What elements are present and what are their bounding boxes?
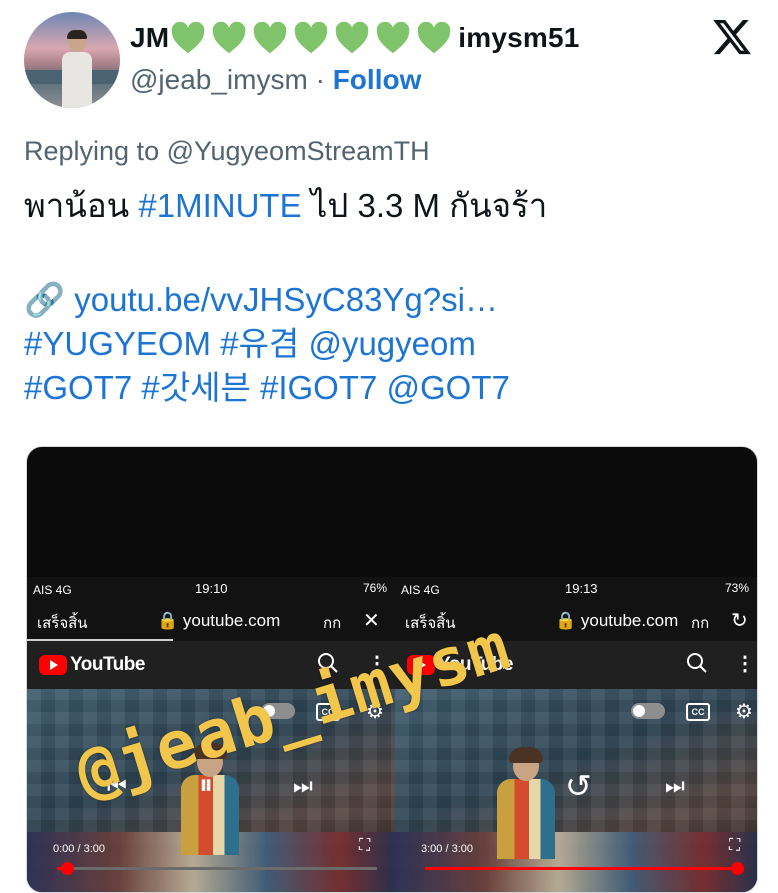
next-icon: ⏭ [293,773,313,798]
green-hearts [170,22,457,54]
status-time: 19:10 [195,581,228,596]
youtube-link[interactable]: youtu.be/vvJHSyC83Yg?si… [74,281,498,318]
seek-bar [57,862,377,875]
tweet-link-line: 🔗 youtu.be/vvJHSyC83Yg?si… [24,278,547,322]
handle-separator: · [315,64,325,95]
tweet-line-1: พาน้อน #1MINUTE ไป 3.3 M กันจร้า [24,184,547,228]
battery-label: 73% [724,581,749,595]
youtube-play-icon [39,655,67,675]
avatar[interactable] [24,12,120,108]
text-size-button: กก [323,615,342,632]
text-size-button: กก [691,615,710,632]
display-name[interactable]: JM imysm51 [130,22,580,54]
url-label: 🔒 youtube.com [157,611,281,630]
artist-figure [491,747,561,861]
status-bar: AIS 4G 19:10 76% [27,577,395,603]
done-button: เสร็จสิ้น [37,615,88,632]
url-label: 🔒 youtube.com [555,611,679,630]
search-icon [687,653,707,673]
user-handle[interactable]: @jeab_imysm [130,64,308,95]
replying-to[interactable]: Replying to @YugyeomStreamTH [24,136,430,167]
fullscreen-icon: ⛶ [359,837,371,854]
link-emoji-icon: 🔗 [24,281,66,318]
x-logo-icon[interactable] [710,16,754,58]
next-icon: ⏭ [665,773,685,798]
video-timecode: 0:00 / 3:00 [53,843,105,855]
close-icon: ✕ [363,610,380,632]
carrier-label: AIS 4G [401,583,440,597]
fullscreen-icon: ⛶ [729,837,741,854]
tweet-text-start: พาน้อน [24,187,139,224]
handle-row: @jeab_imysm · Follow [130,64,421,96]
video-frame-right: CC ⚙ ↺ ⏭ 3:00 / 3:00 ⛶ [395,689,757,892]
status-time: 19:13 [565,581,598,596]
follow-button[interactable]: Follow [333,64,422,95]
green-heart-icon [172,22,205,54]
settings-gear-icon: ⚙ [735,701,753,723]
seek-bar-handle [731,862,744,875]
hashtag-1minute[interactable]: #1MINUTE [138,187,301,224]
tags-line-2[interactable]: #GOT7 #갓세븐 #IGOT7 @GOT7 [24,366,547,410]
browser-bar: เสร็จสิ้น 🔒 youtube.com กก ✕ [27,603,395,639]
video-timecode: 3:00 / 3:00 [421,843,473,855]
more-icon: ⋮ [735,653,755,675]
green-heart-icon [377,22,410,54]
green-heart-icon [254,22,287,54]
autoplay-toggle [631,703,665,719]
carrier-label: AIS 4G [33,583,72,597]
youtube-logo: YouTube [39,654,145,676]
tags-line-1[interactable]: #YUGYEOM #유겸 @yugyeom [24,322,547,366]
replay-icon: ↺ [565,768,592,804]
display-name-suffix: imysm51 [458,22,580,53]
green-heart-icon [336,22,369,54]
status-bar: AIS 4G 19:13 73% [395,577,757,603]
battery-label: 76% [362,581,387,595]
green-heart-icon [418,22,451,54]
seek-bar-handle [60,862,74,875]
display-name-prefix: JM [130,22,170,53]
seek-bar-fill [425,867,737,870]
seek-bar [425,862,744,875]
tweet-text-end: ไป 3.3 M กันจร้า [301,187,548,224]
captions-icon: CC [686,703,710,721]
reload-icon: ↻ [731,610,748,632]
tweet-text: พาน้อน #1MINUTE ไป 3.3 M กันจร้า 🔗 youtu… [24,184,547,410]
avatar-person [60,30,94,108]
green-heart-icon [295,22,328,54]
green-heart-icon [213,22,246,54]
